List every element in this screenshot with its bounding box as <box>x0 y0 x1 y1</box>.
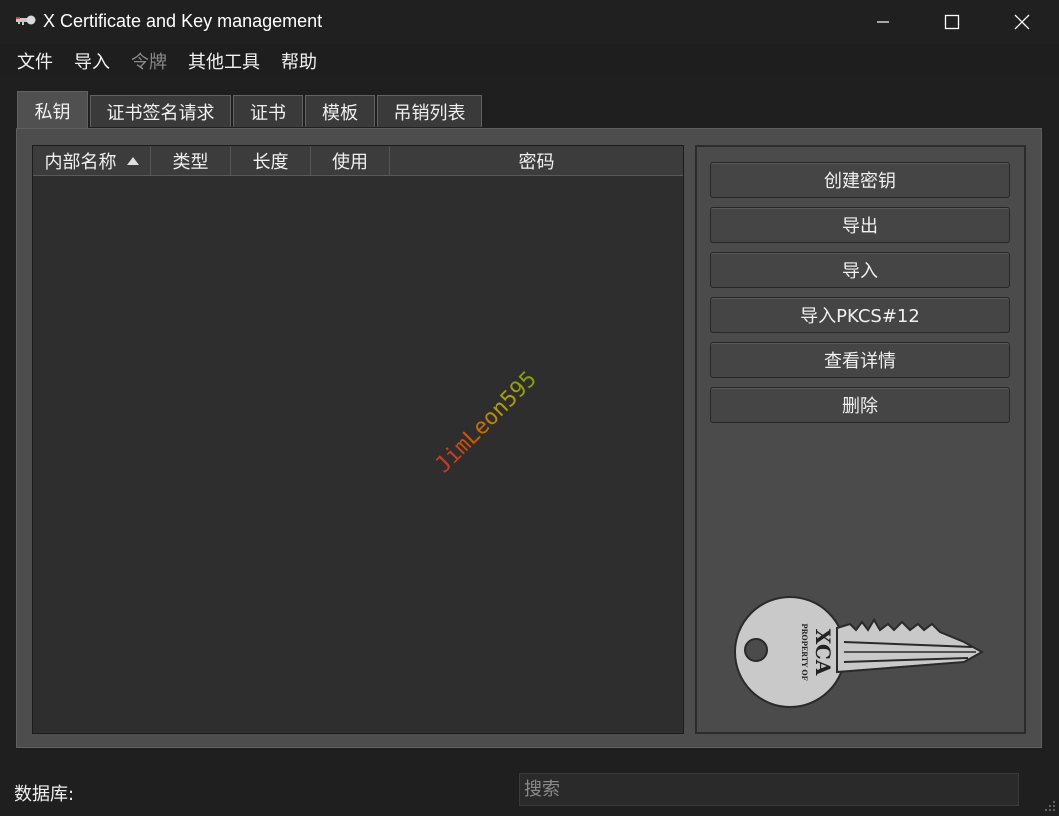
show-details-button[interactable]: 查看详情 <box>710 342 1010 378</box>
tab-private-keys[interactable]: 私钥 <box>17 91 88 129</box>
maximize-icon <box>944 14 960 30</box>
menu-extra-tools[interactable]: 其他工具 <box>188 48 260 74</box>
import-button[interactable]: 导入 <box>710 252 1010 288</box>
column-header-type[interactable]: 类型 <box>151 146 231 176</box>
app-key-icon <box>16 15 36 25</box>
search-input[interactable] <box>519 773 1019 806</box>
minimize-button[interactable] <box>848 0 918 44</box>
database-label: 数据库: <box>14 784 75 805</box>
column-header-length[interactable]: 长度 <box>231 146 311 176</box>
tab-templates[interactable]: 模板 <box>305 95 375 127</box>
menu-help[interactable]: 帮助 <box>281 48 317 74</box>
menu-bar: 文件 导入 令牌 其他工具 帮助 <box>0 44 1059 76</box>
tab-csr[interactable]: 证书签名请求 <box>90 95 231 127</box>
maximize-button[interactable] <box>917 0 987 44</box>
menu-file[interactable]: 文件 <box>17 48 53 74</box>
resize-grip-icon[interactable] <box>1044 800 1056 812</box>
column-header-password[interactable]: 密码 <box>390 146 683 176</box>
keys-table[interactable]: 内部名称 类型 长度 使用 密码 <box>32 145 684 734</box>
key-text-small: PROPERTY OF <box>800 623 809 680</box>
tab-certificates[interactable]: 证书 <box>233 95 303 127</box>
menu-token[interactable]: 令牌 <box>131 48 167 74</box>
delete-button[interactable]: 删除 <box>710 387 1010 423</box>
close-icon <box>1014 14 1030 30</box>
column-header-label: 内部名称 <box>44 151 117 173</box>
export-button[interactable]: 导出 <box>710 207 1010 243</box>
tab-revocation-lists[interactable]: 吊销列表 <box>377 95 482 127</box>
sort-ascending-icon <box>126 156 139 165</box>
close-button[interactable] <box>987 0 1057 44</box>
import-pkcs12-button[interactable]: 导入PKCS#12 <box>710 297 1010 333</box>
minimize-icon <box>877 21 889 23</box>
column-header-internal-name[interactable]: 内部名称 <box>33 146 151 176</box>
window-title: X Certificate and Key management <box>43 11 323 31</box>
column-header-use[interactable]: 使用 <box>311 146 390 176</box>
key-illustration: PROPERTY OF XCA <box>734 596 984 708</box>
key-text-xca: XCA <box>811 629 835 676</box>
title-bar[interactable]: X Certificate and Key management <box>0 0 1059 44</box>
menu-import[interactable]: 导入 <box>74 48 110 74</box>
create-key-button[interactable]: 创建密钥 <box>710 162 1010 198</box>
